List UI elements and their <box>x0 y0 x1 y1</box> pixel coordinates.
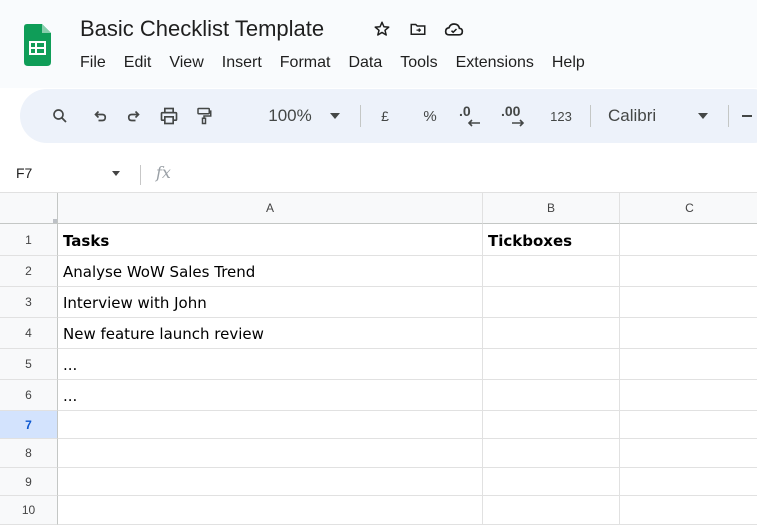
row-header-6[interactable]: 6 <box>0 380 58 411</box>
toolbar-divider <box>360 105 361 127</box>
menu-insert[interactable]: Insert <box>222 54 262 72</box>
redo-icon[interactable] <box>122 89 146 143</box>
cell-a10[interactable] <box>58 496 483 525</box>
undo-icon[interactable] <box>88 89 112 143</box>
cell-b4[interactable] <box>483 318 620 349</box>
zoom-select[interactable]: 100% <box>260 89 320 143</box>
cell-c9[interactable] <box>620 468 757 496</box>
name-box[interactable]: F7 <box>16 165 32 181</box>
currency-format-button[interactable]: £ <box>372 89 398 143</box>
document-title[interactable]: Basic Checklist Template <box>80 16 324 42</box>
cell-b3[interactable] <box>483 287 620 318</box>
cell-c2[interactable] <box>620 256 757 287</box>
cell-c7[interactable] <box>620 411 757 439</box>
arrow-left-icon <box>467 119 480 127</box>
cell-b8[interactable] <box>483 439 620 468</box>
increase-decimal-button[interactable]: .00 <box>498 89 532 143</box>
cloud-status-icon[interactable] <box>444 19 464 39</box>
cell-a9[interactable] <box>58 468 483 496</box>
decrease-decimal-button[interactable]: .0 <box>456 89 486 143</box>
select-all-corner[interactable] <box>0 193 58 224</box>
decrease-decimal-label: .0 <box>459 103 471 119</box>
print-icon[interactable] <box>156 89 182 143</box>
cell-a8[interactable] <box>58 439 483 468</box>
column-header-b[interactable]: B <box>483 193 620 224</box>
menu-tools[interactable]: Tools <box>400 54 437 72</box>
zoom-chevron-down-icon[interactable] <box>326 89 344 143</box>
percent-format-button[interactable]: % <box>418 89 442 143</box>
row-header-8[interactable]: 8 <box>0 439 58 468</box>
menu-help[interactable]: Help <box>552 54 585 72</box>
cell-c10[interactable] <box>620 496 757 525</box>
cell-c4[interactable] <box>620 318 757 349</box>
column-header-c[interactable]: C <box>620 193 757 224</box>
cell-b1[interactable]: Tickboxes <box>483 224 620 256</box>
row-header-1[interactable]: 1 <box>0 224 58 256</box>
star-icon[interactable] <box>372 19 392 39</box>
cell-a7[interactable] <box>58 411 483 439</box>
arrow-right-icon <box>512 119 525 127</box>
row-header-2[interactable]: 2 <box>0 256 58 287</box>
cell-b9[interactable] <box>483 468 620 496</box>
cell-a2[interactable]: Analyse WoW Sales Trend <box>58 256 483 287</box>
menu-view[interactable]: View <box>169 54 203 72</box>
toolbar-divider <box>728 105 729 127</box>
row-header-4[interactable]: 4 <box>0 318 58 349</box>
menu-bar: File Edit View Insert Format Data Tools … <box>80 54 603 72</box>
column-header-a[interactable]: A <box>58 193 483 224</box>
cell-b2[interactable] <box>483 256 620 287</box>
cell-a3[interactable]: Interview with John <box>58 287 483 318</box>
cell-a4[interactable]: New feature launch review <box>58 318 483 349</box>
cell-b5[interactable] <box>483 349 620 380</box>
cell-b7[interactable] <box>483 411 620 439</box>
toolbar: 100% £ % .0 .00 123 Calibri <box>20 89 757 143</box>
app-header: Basic Checklist Template File Edit View … <box>0 0 757 88</box>
menu-edit[interactable]: Edit <box>124 54 152 72</box>
cell-c8[interactable] <box>620 439 757 468</box>
cell-b6[interactable] <box>483 380 620 411</box>
font-chevron-down-icon[interactable] <box>694 89 712 143</box>
more-formats-button[interactable]: 123 <box>544 89 578 143</box>
move-to-folder-icon[interactable] <box>408 19 428 39</box>
cell-c1[interactable] <box>620 224 757 256</box>
toolbar-divider <box>590 105 591 127</box>
cell-a6[interactable]: ... <box>58 380 483 411</box>
menu-file[interactable]: File <box>80 54 106 72</box>
row-header-3[interactable]: 3 <box>0 287 58 318</box>
decrease-font-size-icon[interactable] <box>738 89 756 143</box>
row-header-9[interactable]: 9 <box>0 468 58 496</box>
row-header-5[interactable]: 5 <box>0 349 58 380</box>
paint-format-icon[interactable] <box>192 89 216 143</box>
cell-a5[interactable]: ... <box>58 349 483 380</box>
cell-a1[interactable]: Tasks <box>58 224 483 256</box>
cell-c5[interactable] <box>620 349 757 380</box>
cell-b10[interactable] <box>483 496 620 525</box>
cell-c3[interactable] <box>620 287 757 318</box>
row-header-10[interactable]: 10 <box>0 496 58 525</box>
sheets-logo[interactable] <box>24 24 51 66</box>
spreadsheet-grid[interactable]: A B C 1 Tasks Tickboxes 2 Analyse WoW Sales Tre… <box>0 193 757 525</box>
menu-extensions[interactable]: Extensions <box>456 54 534 72</box>
row-header-7[interactable]: 7 <box>0 411 58 439</box>
formula-divider <box>140 165 141 185</box>
menu-format[interactable]: Format <box>280 54 331 72</box>
increase-decimal-label: .00 <box>501 103 521 119</box>
search-icon[interactable] <box>48 89 72 143</box>
menu-data[interactable]: Data <box>348 54 382 72</box>
font-select[interactable]: Calibri <box>602 89 692 143</box>
function-icon: fx <box>156 163 171 182</box>
formula-bar: F7 fx <box>0 158 757 193</box>
cell-c6[interactable] <box>620 380 757 411</box>
name-box-chevron-down-icon[interactable] <box>112 171 120 176</box>
